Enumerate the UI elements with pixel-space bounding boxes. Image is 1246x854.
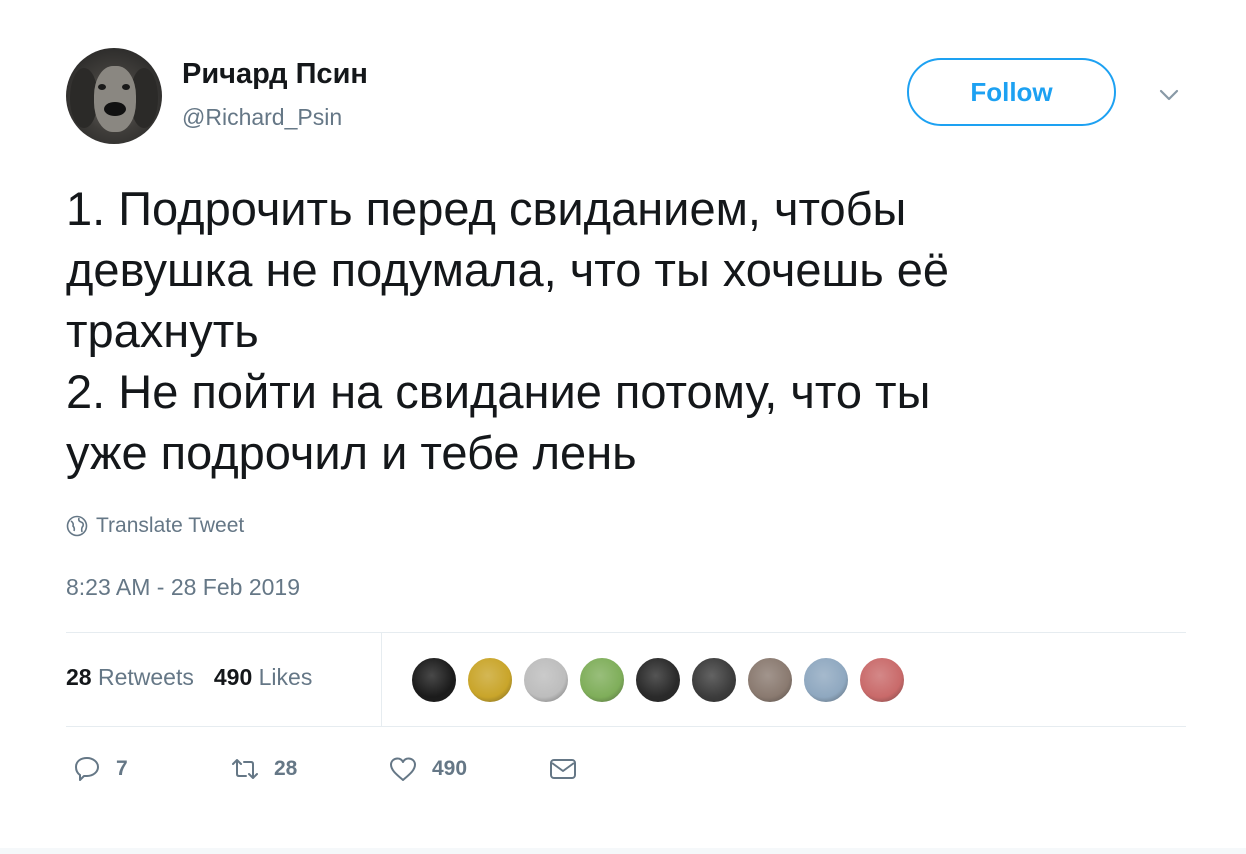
chevron-down-icon[interactable]	[1156, 82, 1182, 108]
tweet-actions: 7 28 490	[72, 754, 578, 784]
liker-avatar[interactable]	[410, 656, 458, 704]
follow-button[interactable]: Follow	[907, 58, 1116, 126]
likes-count: 490	[213, 664, 253, 690]
bottom-border	[0, 848, 1246, 854]
retweets-count: 28	[66, 664, 92, 690]
likers-avatars	[410, 656, 914, 704]
tweet-stats: 28 Retweets 490 Likes	[66, 664, 312, 691]
liker-avatar[interactable]	[466, 656, 514, 704]
avatar-face	[94, 66, 136, 132]
retweet-button[interactable]: 28	[230, 754, 388, 784]
avatar-nose	[104, 102, 126, 116]
user-handle[interactable]: @Richard_Psin	[182, 104, 342, 131]
like-button[interactable]: 490	[388, 754, 548, 784]
liker-avatar[interactable]	[690, 656, 738, 704]
avatar[interactable]	[66, 48, 162, 144]
direct-message-button[interactable]	[548, 754, 578, 784]
translate-tweet-link[interactable]: Translate Tweet	[66, 514, 244, 538]
divider	[381, 633, 382, 726]
likes-label: Likes	[258, 664, 313, 690]
liker-avatar[interactable]	[858, 656, 906, 704]
tweet-timestamp[interactable]: 8:23 AM - 28 Feb 2019	[66, 574, 300, 601]
divider	[66, 632, 1186, 633]
liker-avatar[interactable]	[634, 656, 682, 704]
likes-stat[interactable]: 490 Likes	[214, 664, 312, 691]
liker-avatar[interactable]	[746, 656, 794, 704]
like-count: 490	[432, 757, 468, 780]
tweet-text: 1. Подрочить перед свиданием, чтобы деву…	[66, 182, 950, 479]
envelope-icon	[550, 759, 576, 779]
reply-icon	[75, 757, 99, 781]
retweets-stat[interactable]: 28 Retweets	[66, 664, 194, 691]
liker-avatar[interactable]	[522, 656, 570, 704]
liker-avatar[interactable]	[802, 656, 850, 704]
avatar-eye	[98, 84, 106, 90]
user-name[interactable]: Ричард Псин	[182, 58, 368, 91]
reply-button[interactable]: 7	[72, 754, 230, 784]
retweet-icon	[232, 759, 258, 779]
reply-count: 7	[116, 757, 128, 780]
retweets-label: Retweets	[97, 664, 194, 690]
avatar-eye	[122, 84, 130, 90]
divider	[66, 726, 1186, 727]
retweet-count: 28	[274, 757, 298, 780]
heart-icon	[390, 757, 416, 781]
liker-avatar[interactable]	[578, 656, 626, 704]
translate-label[interactable]: Translate Tweet	[96, 514, 244, 538]
globe-icon	[66, 515, 88, 537]
